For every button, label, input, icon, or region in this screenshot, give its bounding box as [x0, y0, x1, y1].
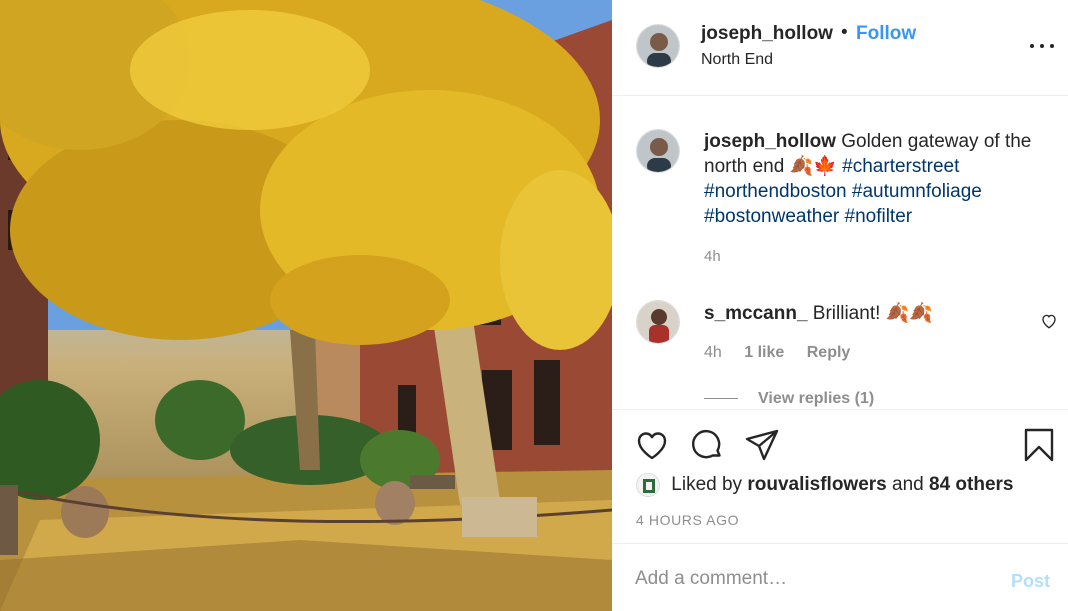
post-comment-button[interactable]: Post	[1011, 571, 1050, 592]
commenter-username[interactable]: s_mccann_	[704, 303, 808, 324]
post-caption: joseph_hollow Golden gateway of the nort…	[704, 129, 1054, 229]
share-icon[interactable]	[744, 427, 780, 463]
liked-by-prefix: Liked by	[671, 474, 743, 495]
author-avatar[interactable]	[636, 24, 680, 68]
comment-meta: 4h 1 like Reply	[704, 344, 868, 362]
comment-likes[interactable]: 1 like	[744, 344, 784, 361]
post-header: joseph_hollow • Follow North End	[612, 0, 1068, 96]
reply-button[interactable]: Reply	[807, 344, 851, 361]
comment-text: s_mccann_ Brilliant! 🍂🍂	[704, 301, 933, 325]
heart-outline-icon[interactable]	[1040, 312, 1058, 330]
liker-avatar[interactable]	[636, 473, 660, 497]
caption-avatar[interactable]	[636, 129, 680, 173]
caption-username[interactable]: joseph_hollow	[704, 131, 836, 152]
liked-by-and: and	[892, 474, 924, 495]
comment-input[interactable]	[635, 566, 995, 592]
post-timestamp[interactable]: 4 HOURS AGO	[636, 512, 739, 528]
hashtag-link[interactable]: #northendboston	[704, 181, 847, 202]
more-horizontal-icon[interactable]	[1028, 36, 1056, 56]
comments-section: joseph_hollow Golden gateway of the nort…	[612, 97, 1068, 409]
liked-by: Liked by rouvalisflowers and 84 others	[636, 473, 1013, 499]
hashtag-link[interactable]: #bostonweather	[704, 206, 839, 227]
comment-icon[interactable]	[689, 427, 725, 463]
author-username[interactable]: joseph_hollow	[701, 23, 833, 45]
replies-divider	[704, 398, 738, 400]
post-actions: Liked by rouvalisflowers and 84 others 4…	[612, 409, 1068, 543]
commenter-avatar[interactable]	[636, 300, 680, 344]
caption-time[interactable]: 4h	[704, 248, 721, 265]
comment-body: Brilliant! 🍂🍂	[812, 303, 933, 324]
post-image[interactable]	[0, 0, 612, 611]
hashtag-link[interactable]: #autumnfoliage	[852, 181, 982, 202]
post-details-panel: joseph_hollow • Follow North End joseph_…	[612, 0, 1068, 611]
post-location[interactable]: North End	[701, 51, 773, 69]
view-replies-button[interactable]: View replies (1)	[704, 390, 874, 408]
bookmark-icon[interactable]	[1021, 427, 1057, 463]
liked-by-user[interactable]: rouvalisflowers	[747, 474, 886, 495]
hashtag-link[interactable]: #charterstreet	[842, 156, 959, 177]
comment-time[interactable]: 4h	[704, 344, 722, 361]
liked-by-others[interactable]: 84 others	[929, 474, 1013, 495]
add-comment-bar: Post	[612, 543, 1068, 611]
separator-dot: •	[841, 22, 848, 43]
heart-icon[interactable]	[634, 427, 670, 463]
follow-button[interactable]: Follow	[856, 23, 916, 45]
hashtag-link[interactable]: #nofilter	[845, 206, 913, 227]
view-replies-label[interactable]: View replies (1)	[758, 390, 874, 407]
